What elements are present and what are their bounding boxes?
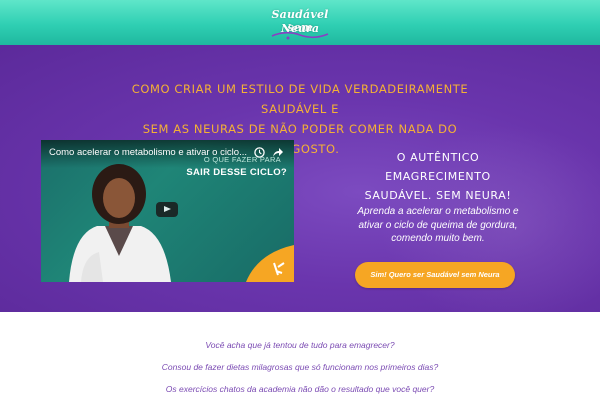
hero-subheadline: O autêntico emagrecimento saudável. Sem … xyxy=(348,148,528,205)
questions-section: Você acha que já tentou de tudo para ema… xyxy=(0,312,600,403)
video-player[interactable]: Como acelerar o metabolismo e ativar o c… xyxy=(41,140,294,282)
question-item: Você acha que já tentou de tudo para ema… xyxy=(205,340,395,350)
subheadline-line-2: saudável. Sem Neura! xyxy=(364,189,512,202)
question-item: Consou de fazer dietas milagrosas que só… xyxy=(161,362,439,372)
video-overlay-line-1: O que fazer para xyxy=(203,155,281,164)
presenter-figure xyxy=(69,164,171,282)
top-header-bar: Saudável sem Neura xyxy=(0,0,600,45)
hero-headline-line-1: Como criar um estilo de vida verdadeiram… xyxy=(131,82,469,116)
hero-description: Aprenda a acelerar o metabolismo e ativa… xyxy=(357,206,519,244)
cta-button[interactable]: Sim! Quero ser Saudável sem Neura xyxy=(355,262,515,288)
video-overlay-line-2: sair desse ciclo? xyxy=(186,167,287,178)
logo-swirl-icon xyxy=(271,31,329,40)
question-item: Os exercícios chatos da academia não dão… xyxy=(165,384,435,394)
corner-logo-icon xyxy=(246,245,294,282)
subheadline-line-1: O autêntico emagrecimento xyxy=(385,151,491,183)
site-logo[interactable]: Saudável sem Neura xyxy=(262,2,338,42)
play-icon[interactable] xyxy=(156,202,178,217)
